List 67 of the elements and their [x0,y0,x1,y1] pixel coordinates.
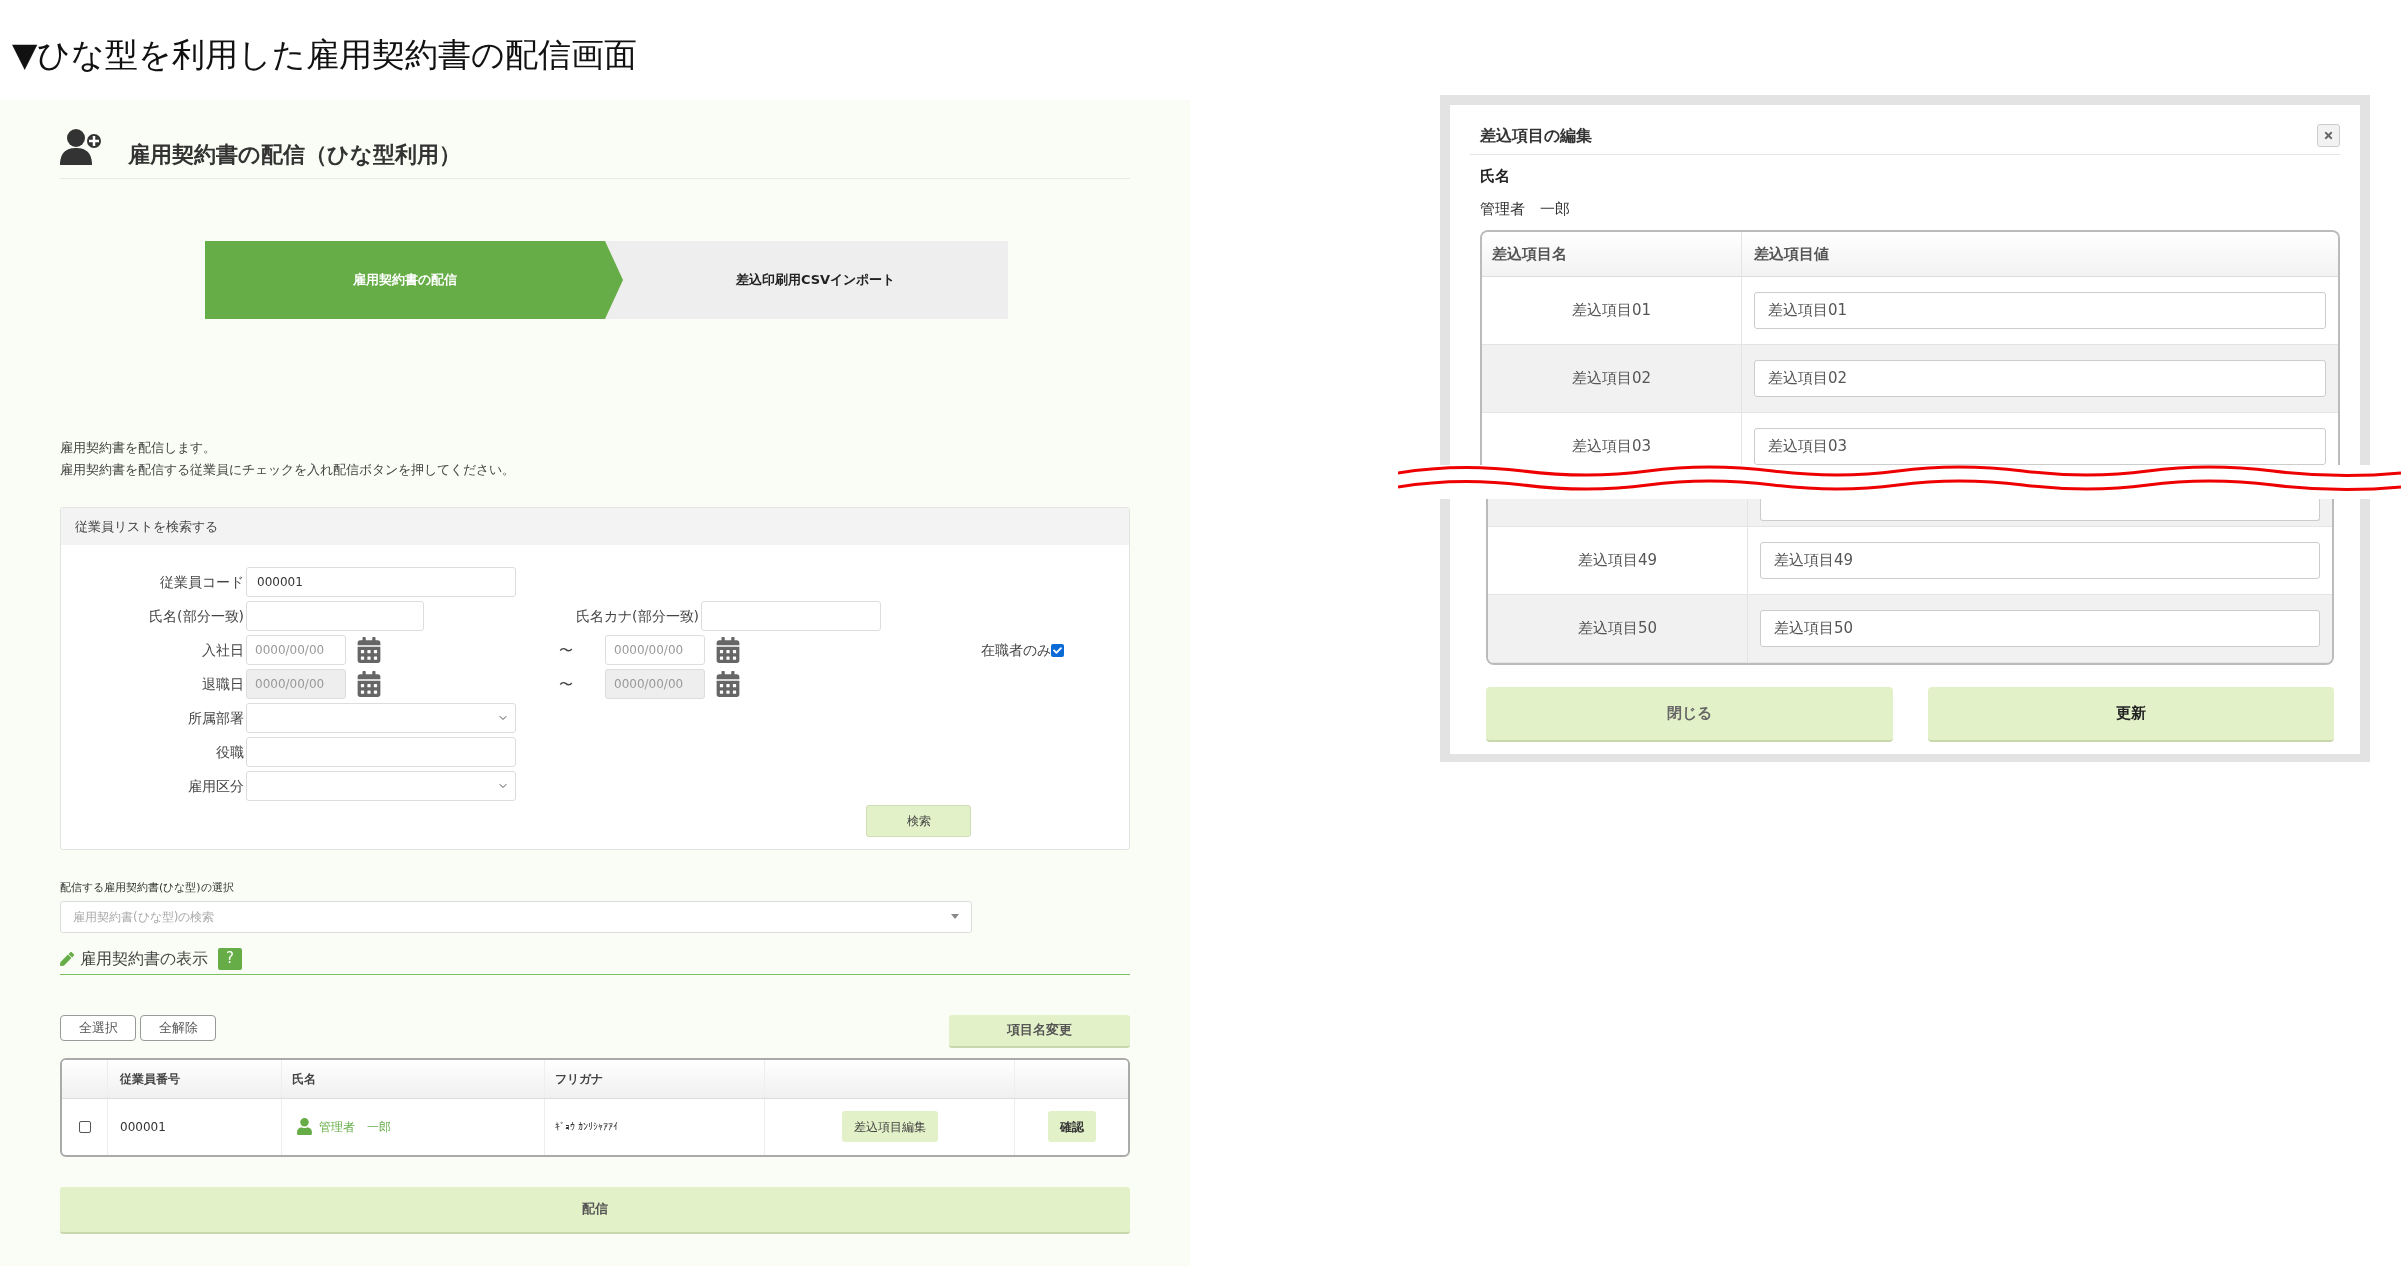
input-field[interactable]: 差込項目49 [1760,542,2320,579]
step-tab[interactable]: 差込印刷用CSVインポート [623,241,1008,319]
search-button[interactable]: 検索 [866,805,971,837]
column-header: 差込項目値 [1754,243,1829,265]
field-label: 氏名カナ(部分一致) [576,606,699,626]
page-title: 雇用契約書の配信（ひな型利用） [128,140,461,169]
calendar-icon[interactable] [715,637,741,663]
name-value: 管理者 一郎 [1480,198,1571,220]
field-name: 差込項目50 [1577,618,1658,640]
input-field[interactable] [701,601,881,631]
column-header: 氏名 [292,1070,316,1088]
intro-text: 雇用契約書を配信する従業員にチェックを入れ配信ボタンを押してください。 [60,461,516,479]
section-title: 雇用契約書の表示 [80,947,208,970]
select-field[interactable] [246,703,516,733]
confirm-button[interactable]: 確認 [1047,1111,1096,1142]
intro-text: 雇用契約書を配信します。 [60,439,217,457]
calendar-icon[interactable] [715,671,741,697]
page-heading: ▼ひな型を利用した雇用契約書の配信画面 [11,34,639,76]
field-label: 雇用区分 [188,776,244,796]
distribute-button[interactable]: 配信 [60,1186,1130,1234]
field-label: 氏名(部分一致) [149,606,244,626]
range-separator: 〜 [559,640,574,660]
field-name: 差込項目02 [1571,368,1652,390]
input-field[interactable]: 差込項目03 [1754,428,2326,465]
field-name: 差込項目03 [1571,436,1652,458]
edit-fields-button[interactable]: 差込項目編集 [841,1111,938,1142]
table-cell-text: ｷﾞｮｳ ｶﾝﾘｼｬｱｱｲ [555,1120,619,1134]
person-icon [296,1118,313,1135]
checkbox-label: 在職者のみ [981,640,1051,660]
column-header: 差込項目名 [1492,243,1567,265]
column-header: 従業員番号 [120,1070,180,1088]
field-name: 差込項目01 [1571,300,1652,322]
clear-all-button[interactable]: 全解除 [140,1014,216,1041]
field-label: 配信する雇用契約書(ひな型)の選択 [60,880,235,896]
select-all-button[interactable]: 全選択 [60,1014,136,1041]
calendar-icon[interactable] [356,671,382,697]
field-label: 従業員コード [160,572,244,592]
input-field[interactable]: 差込項目02 [1754,360,2326,397]
checkbox[interactable] [1051,643,1064,657]
calendar-icon[interactable] [356,637,382,663]
input-field[interactable]: 000001 [246,567,516,597]
update-button[interactable]: 更新 [1927,687,2334,742]
close-button[interactable] [2317,124,2340,147]
user-add-icon [60,127,104,167]
rename-button[interactable]: 項目名変更 [949,1014,1130,1048]
input-field[interactable] [1760,499,2320,521]
field-label: 所属部署 [188,708,244,728]
row-checkbox[interactable] [78,1120,91,1133]
input-field[interactable] [246,601,424,631]
input-field[interactable] [246,737,516,767]
column-header: フリガナ [555,1070,603,1088]
field-label: 入社日 [202,640,244,660]
field-name: 差込項目49 [1577,550,1658,572]
field-label: 退職日 [202,674,244,694]
select-field[interactable] [246,771,516,801]
range-separator: 〜 [559,674,574,694]
field-label: 役職 [216,742,244,762]
panel-title: 従業員リストを検索する [75,517,218,536]
input-field[interactable]: 差込項目01 [1754,292,2326,329]
input-field[interactable]: 差込項目50 [1760,610,2320,647]
dialog-title: 差込項目の編集 [1480,124,1592,147]
pencil-icon [60,951,74,966]
table-cell-text: 000001 [120,1118,166,1136]
caret-icon [951,914,959,919]
close-dialog-button[interactable]: 閉じる [1486,687,1893,742]
field-label: 氏名 [1480,166,1511,187]
close-icon [2323,130,2334,141]
